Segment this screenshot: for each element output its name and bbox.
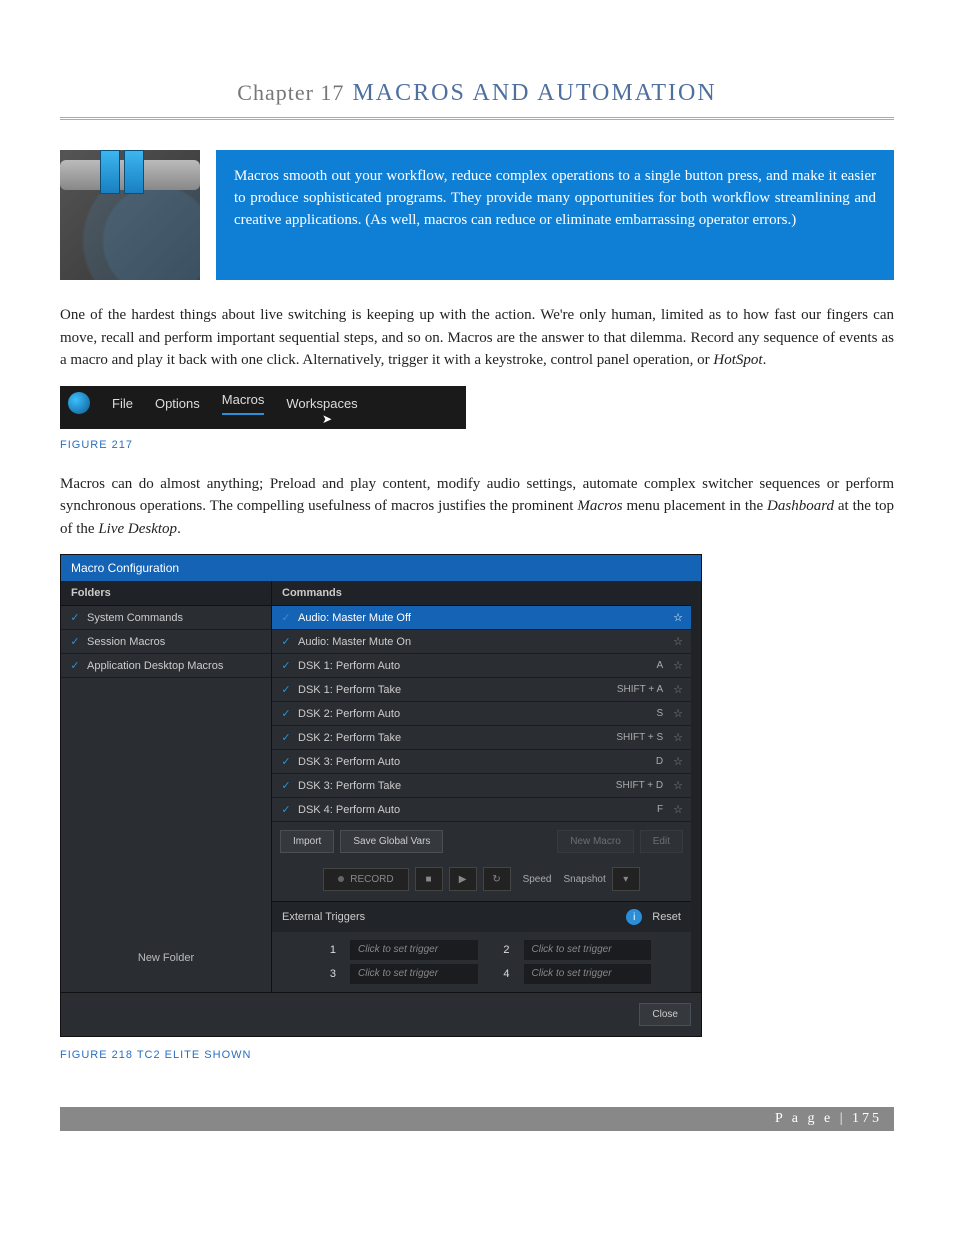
- check-icon: ✓: [69, 635, 81, 648]
- check-icon: ✓: [280, 611, 292, 624]
- new-folder-button[interactable]: New Folder: [61, 938, 271, 978]
- triggers-grid: 1 Click to set trigger 2 Click to set tr…: [272, 932, 691, 992]
- shortcut-label: SHIFT + A: [617, 684, 663, 695]
- trigger-2-num: 2: [486, 940, 516, 960]
- check-icon: ✓: [280, 707, 292, 720]
- star-icon[interactable]: ☆: [673, 659, 683, 672]
- shortcut-label: A: [656, 660, 663, 671]
- star-icon[interactable]: ☆: [673, 707, 683, 720]
- macro-configuration-window: Macro Configuration Folders ✓System Comm…: [60, 554, 702, 1037]
- speed-dropdown[interactable]: ▾: [612, 867, 640, 891]
- folder-session-macros[interactable]: ✓Session Macros: [61, 630, 271, 654]
- check-icon: ✓: [69, 611, 81, 624]
- folder-system-commands[interactable]: ✓System Commands: [61, 606, 271, 630]
- speed-label: Speed: [523, 874, 552, 885]
- footer-page-label: P a g e: [775, 1111, 833, 1126]
- commands-header: Commands: [272, 581, 691, 606]
- edit-button[interactable]: Edit: [640, 830, 683, 853]
- shortcut-label: S: [656, 708, 663, 719]
- body-paragraph-2: Macros can do almost anything; Preload a…: [60, 473, 894, 541]
- shortcut-label: D: [656, 756, 663, 767]
- shortcut-label: SHIFT + S: [616, 732, 663, 743]
- chapter-heading: Chapter 17 MACROS AND AUTOMATION: [60, 80, 894, 107]
- commands-panel: Commands ✓Audio: Master Mute Off☆✓Audio:…: [272, 581, 701, 992]
- intro-thumbnail: [60, 150, 200, 280]
- record-dot-icon: [338, 876, 344, 882]
- star-icon[interactable]: ☆: [673, 683, 683, 696]
- cursor-icon: ➤: [322, 412, 332, 426]
- external-triggers-header: External Triggers i Reset: [272, 901, 691, 932]
- command-row[interactable]: ✓DSK 3: Perform AutoD☆: [272, 750, 691, 774]
- command-row[interactable]: ✓DSK 1: Perform AutoA☆: [272, 654, 691, 678]
- intro-row: Macros smooth out your workflow, reduce …: [60, 150, 894, 280]
- dashboard-menubar: File Options Macros Workspaces ➤: [60, 386, 466, 429]
- menu-macros[interactable]: Macros: [222, 392, 265, 415]
- command-row[interactable]: ✓DSK 3: Perform TakeSHIFT + D☆: [272, 774, 691, 798]
- star-icon[interactable]: ☆: [673, 803, 683, 816]
- check-icon: ✓: [280, 731, 292, 744]
- heading-rule: [60, 117, 894, 120]
- star-icon[interactable]: ☆: [673, 611, 683, 624]
- shortcut-label: F: [657, 804, 663, 815]
- menu-file[interactable]: File: [112, 396, 133, 411]
- trigger-1-num: 1: [312, 940, 342, 960]
- stop-button[interactable]: ■: [415, 867, 443, 891]
- window-title: Macro Configuration: [61, 555, 701, 581]
- footer-page-number: | 175: [840, 1111, 882, 1126]
- new-macro-button[interactable]: New Macro: [557, 830, 634, 853]
- close-row: Close: [61, 992, 701, 1036]
- star-icon[interactable]: ☆: [673, 755, 683, 768]
- chapter-name: MACROS AND AUTOMATION: [352, 80, 716, 106]
- intro-callout: Macros smooth out your workflow, reduce …: [216, 150, 894, 280]
- save-global-vars-button[interactable]: Save Global Vars: [340, 830, 443, 853]
- check-icon: ✓: [69, 659, 81, 672]
- play-button[interactable]: ▶: [449, 867, 477, 891]
- folder-app-desktop-macros[interactable]: ✓Application Desktop Macros: [61, 654, 271, 678]
- trigger-3-slot[interactable]: Click to set trigger: [350, 964, 478, 984]
- menu-workspaces[interactable]: Workspaces: [286, 396, 357, 411]
- info-icon[interactable]: i: [626, 909, 642, 925]
- folders-header: Folders: [61, 581, 271, 606]
- command-row[interactable]: ✓DSK 2: Perform TakeSHIFT + S☆: [272, 726, 691, 750]
- body-paragraph-1: One of the hardest things about live swi…: [60, 304, 894, 372]
- command-buttons-row: Import Save Global Vars New Macro Edit: [272, 822, 691, 861]
- folders-panel: Folders ✓System Commands ✓Session Macros…: [61, 581, 272, 992]
- trigger-1-slot[interactable]: Click to set trigger: [350, 940, 478, 960]
- check-icon: ✓: [280, 755, 292, 768]
- record-row: RECORD ■ ▶ ↻ Speed Snapshot ▾: [272, 861, 691, 901]
- star-icon[interactable]: ☆: [673, 635, 683, 648]
- menu-options[interactable]: Options: [155, 396, 200, 411]
- snapshot-label[interactable]: Snapshot: [564, 874, 606, 885]
- check-icon: ✓: [280, 659, 292, 672]
- record-button[interactable]: RECORD: [323, 868, 408, 891]
- check-icon: ✓: [280, 683, 292, 696]
- command-row[interactable]: ✓Audio: Master Mute Off☆: [272, 606, 691, 630]
- trigger-3-num: 3: [312, 964, 342, 984]
- check-icon: ✓: [280, 779, 292, 792]
- star-icon[interactable]: ☆: [673, 779, 683, 792]
- import-button[interactable]: Import: [280, 830, 334, 853]
- shortcut-label: SHIFT + D: [616, 780, 663, 791]
- command-row[interactable]: ✓DSK 2: Perform AutoS☆: [272, 702, 691, 726]
- star-icon[interactable]: ☆: [673, 731, 683, 744]
- app-logo-icon: [68, 392, 90, 414]
- trigger-4-slot[interactable]: Click to set trigger: [524, 964, 652, 984]
- command-row[interactable]: ✓DSK 4: Perform AutoF☆: [272, 798, 691, 822]
- reset-button[interactable]: Reset: [652, 911, 681, 923]
- figure-217-label: FIGURE 217: [60, 439, 894, 451]
- check-icon: ✓: [280, 635, 292, 648]
- check-icon: ✓: [280, 803, 292, 816]
- scrollbar[interactable]: [691, 581, 701, 992]
- chapter-prefix: Chapter 17: [237, 80, 344, 105]
- figure-218-label: FIGURE 218 TC2 ELITE SHOWN: [60, 1049, 894, 1061]
- trigger-2-slot[interactable]: Click to set trigger: [524, 940, 652, 960]
- command-row[interactable]: ✓DSK 1: Perform TakeSHIFT + A☆: [272, 678, 691, 702]
- loop-button[interactable]: ↻: [483, 867, 511, 891]
- trigger-4-num: 4: [486, 964, 516, 984]
- page-footer: P a g e | 175: [60, 1107, 894, 1131]
- close-button[interactable]: Close: [639, 1003, 691, 1026]
- command-row[interactable]: ✓Audio: Master Mute On☆: [272, 630, 691, 654]
